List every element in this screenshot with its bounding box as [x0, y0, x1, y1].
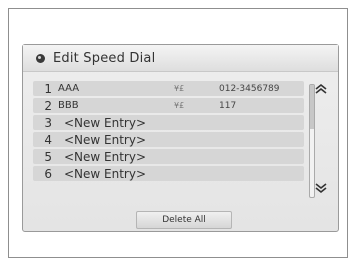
list-item[interactable]: 3 <New Entry>	[33, 115, 304, 130]
entry-name: BBB	[58, 100, 79, 111]
list-item[interactable]: 6 <New Entry>	[33, 166, 304, 181]
entry-name: <New Entry>	[64, 166, 147, 181]
scroll-up-icon[interactable]	[313, 83, 329, 97]
entry-number: 3	[44, 115, 52, 130]
list-item[interactable]: 2 BBB ¥£ 117	[33, 98, 304, 113]
entry-name: <New Entry>	[64, 149, 147, 164]
entry-number: 4	[44, 132, 52, 147]
entry-phone: 012-3456789	[219, 83, 280, 94]
scroll-down-icon[interactable]	[313, 182, 329, 196]
list-item[interactable]: 5 <New Entry>	[33, 149, 304, 164]
phone-type-icon: ¥£	[174, 84, 185, 93]
page-title: Edit Speed Dial	[53, 50, 156, 66]
delete-all-button[interactable]: Delete All	[136, 211, 232, 229]
phone-type-icon: ¥£	[174, 101, 185, 110]
list-item[interactable]: 1 AAA ¥£ 012-3456789	[33, 81, 304, 96]
speed-dial-list: 1 AAA ¥£ 012-3456789 2 BBB ¥£ 117 3 <New…	[33, 81, 304, 183]
speed-dial-screen: Edit Speed Dial 1 AAA ¥£ 012-3456789 2 B…	[22, 44, 339, 232]
scroll-down-glyph	[315, 183, 327, 194]
entry-name: <New Entry>	[64, 132, 147, 147]
entry-phone: 117	[219, 100, 237, 111]
entry-number: 6	[44, 166, 52, 181]
list-item[interactable]: 4 <New Entry>	[33, 132, 304, 147]
scroll-up-glyph	[315, 83, 327, 94]
entry-number: 1	[44, 81, 52, 96]
entry-name: <New Entry>	[64, 115, 147, 130]
title-bar: Edit Speed Dial	[23, 45, 338, 72]
entry-name: AAA	[58, 83, 80, 94]
entry-number: 2	[44, 98, 52, 113]
title-bullet-icon	[36, 53, 45, 63]
entry-number: 5	[44, 149, 52, 164]
scrollbar[interactable]	[309, 84, 315, 198]
